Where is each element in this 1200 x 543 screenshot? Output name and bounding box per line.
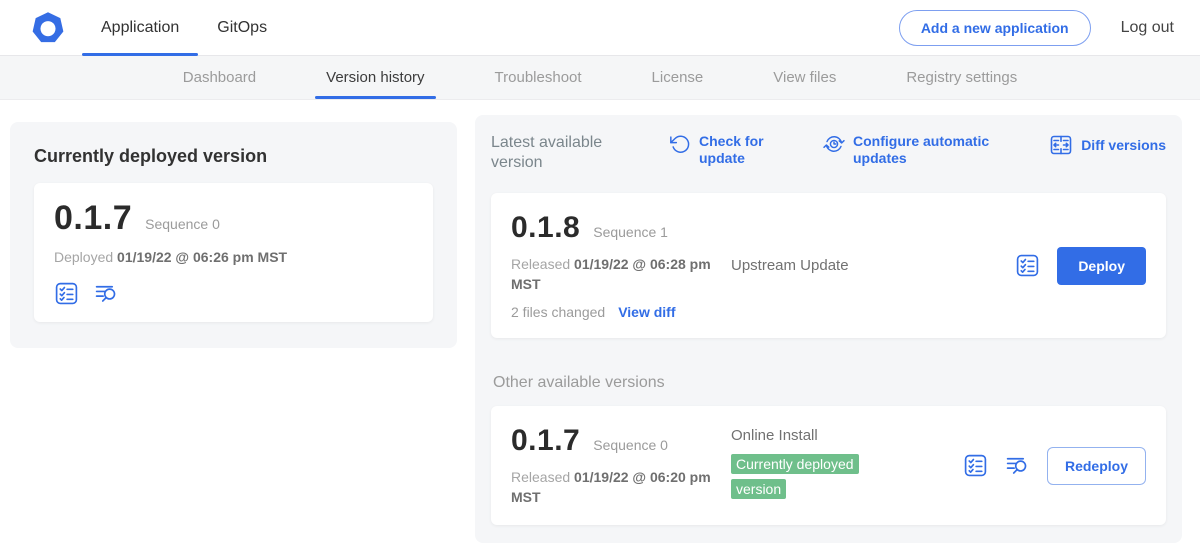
automatic-updates-icon <box>823 133 845 155</box>
available-versions-header: Latest available version Check for updat… <box>491 133 1166 173</box>
diff-versions-label: Diff versions <box>1081 137 1166 154</box>
sub-tab-version-history-label: Version history <box>326 69 424 86</box>
deployed-prefix: Deployed <box>54 249 113 265</box>
nav-tab-gitops-label: GitOps <box>217 19 267 37</box>
diff-versions-icon <box>1049 133 1073 157</box>
check-for-update-label: Check for update <box>699 133 765 167</box>
released-prefix: Released <box>511 256 570 272</box>
redeploy-button[interactable]: Redeploy <box>1047 447 1146 485</box>
currently-deployed-panel: Currently deployed version 0.1.7 Sequenc… <box>10 122 457 348</box>
other-version-card: 0.1.7 Sequence 0 Released 01/19/22 @ 06:… <box>491 406 1166 525</box>
preflight-checklist-icon[interactable] <box>54 281 79 306</box>
other-version-number: 0.1.7 <box>511 424 580 458</box>
sub-tab-view-files[interactable]: View files <box>762 56 847 99</box>
check-for-update-button[interactable]: Check for update <box>669 133 765 167</box>
other-released-line: Released 01/19/22 @ 06:20 pm MST <box>511 468 723 507</box>
kots-logo-icon[interactable] <box>30 10 66 46</box>
latest-available-title: Latest available version <box>491 133 641 173</box>
top-nav: Application GitOps Add a new application… <box>0 0 1200 56</box>
files-changed-count: 2 files changed <box>511 304 605 320</box>
other-version-info: 0.1.7 Sequence 0 Released 01/19/22 @ 06:… <box>511 424 723 507</box>
latest-version-info: 0.1.8 Sequence 1 Released 01/19/22 @ 06:… <box>511 211 723 320</box>
configure-automatic-updates-button[interactable]: Configure automatic updates <box>823 133 998 167</box>
sub-tab-troubleshoot-label: Troubleshoot <box>495 69 582 86</box>
logout-link[interactable]: Log out <box>1121 19 1174 37</box>
configure-automatic-updates-label: Configure automatic updates <box>853 133 998 167</box>
deployed-timestamp-line: Deployed 01/19/22 @ 06:26 pm MST <box>54 248 413 268</box>
currently-deployed-badge: Currently deployed version <box>731 454 859 499</box>
other-available-versions-title: Other available versions <box>493 374 1164 392</box>
sub-tab-registry-settings-label: Registry settings <box>906 69 1017 86</box>
sub-tab-view-files-label: View files <box>773 69 836 86</box>
latest-version-source: Upstream Update <box>731 257 1015 274</box>
sub-tab-dashboard-label: Dashboard <box>183 69 256 86</box>
preflight-checklist-icon[interactable] <box>963 453 988 478</box>
nav-tab-application-label: Application <box>101 19 179 37</box>
sub-tab-license[interactable]: License <box>641 56 715 99</box>
released-prefix: Released <box>511 469 570 485</box>
deploy-button[interactable]: Deploy <box>1057 247 1146 285</box>
deployed-timestamp: 01/19/22 @ 06:26 pm MST <box>117 249 287 265</box>
refresh-icon <box>669 133 691 155</box>
latest-version-number: 0.1.8 <box>511 211 580 245</box>
sub-tab-troubleshoot[interactable]: Troubleshoot <box>484 56 593 99</box>
preflight-checklist-icon[interactable] <box>1015 253 1040 278</box>
sub-tab-version-history[interactable]: Version history <box>315 56 435 99</box>
top-nav-right: Add a new application Log out <box>899 0 1200 55</box>
view-logs-icon[interactable] <box>1005 453 1030 478</box>
latest-version-sequence: Sequence 1 <box>593 224 668 240</box>
version-history-page: Currently deployed version 0.1.7 Sequenc… <box>0 100 1200 543</box>
currently-deployed-title: Currently deployed version <box>34 146 433 167</box>
latest-version-card: 0.1.8 Sequence 1 Released 01/19/22 @ 06:… <box>491 193 1166 338</box>
status-badge-wrap: Currently deployed version <box>731 453 879 503</box>
deployed-version-sequence: Sequence 0 <box>145 216 220 232</box>
nav-tab-gitops[interactable]: GitOps <box>198 0 286 55</box>
sub-tab-license-label: License <box>652 69 704 86</box>
view-logs-icon[interactable] <box>94 281 119 306</box>
nav-tab-application[interactable]: Application <box>82 0 198 55</box>
deployed-version-card: 0.1.7 Sequence 0 Deployed 01/19/22 @ 06:… <box>34 183 433 322</box>
add-new-application-button[interactable]: Add a new application <box>899 10 1091 46</box>
other-version-sequence: Sequence 0 <box>593 437 668 453</box>
view-diff-link[interactable]: View diff <box>618 304 675 320</box>
latest-released-line: Released 01/19/22 @ 06:28 pm MST <box>511 255 723 294</box>
app-sub-nav: Dashboard Version history Troubleshoot L… <box>0 56 1200 100</box>
other-version-source: Online Install <box>731 427 963 444</box>
sub-tab-dashboard[interactable]: Dashboard <box>172 56 267 99</box>
available-versions-panel: Latest available version Check for updat… <box>475 115 1182 543</box>
diff-versions-button[interactable]: Diff versions <box>1049 133 1166 157</box>
deployed-version-number: 0.1.7 <box>54 199 132 238</box>
sub-tab-registry-settings[interactable]: Registry settings <box>895 56 1028 99</box>
